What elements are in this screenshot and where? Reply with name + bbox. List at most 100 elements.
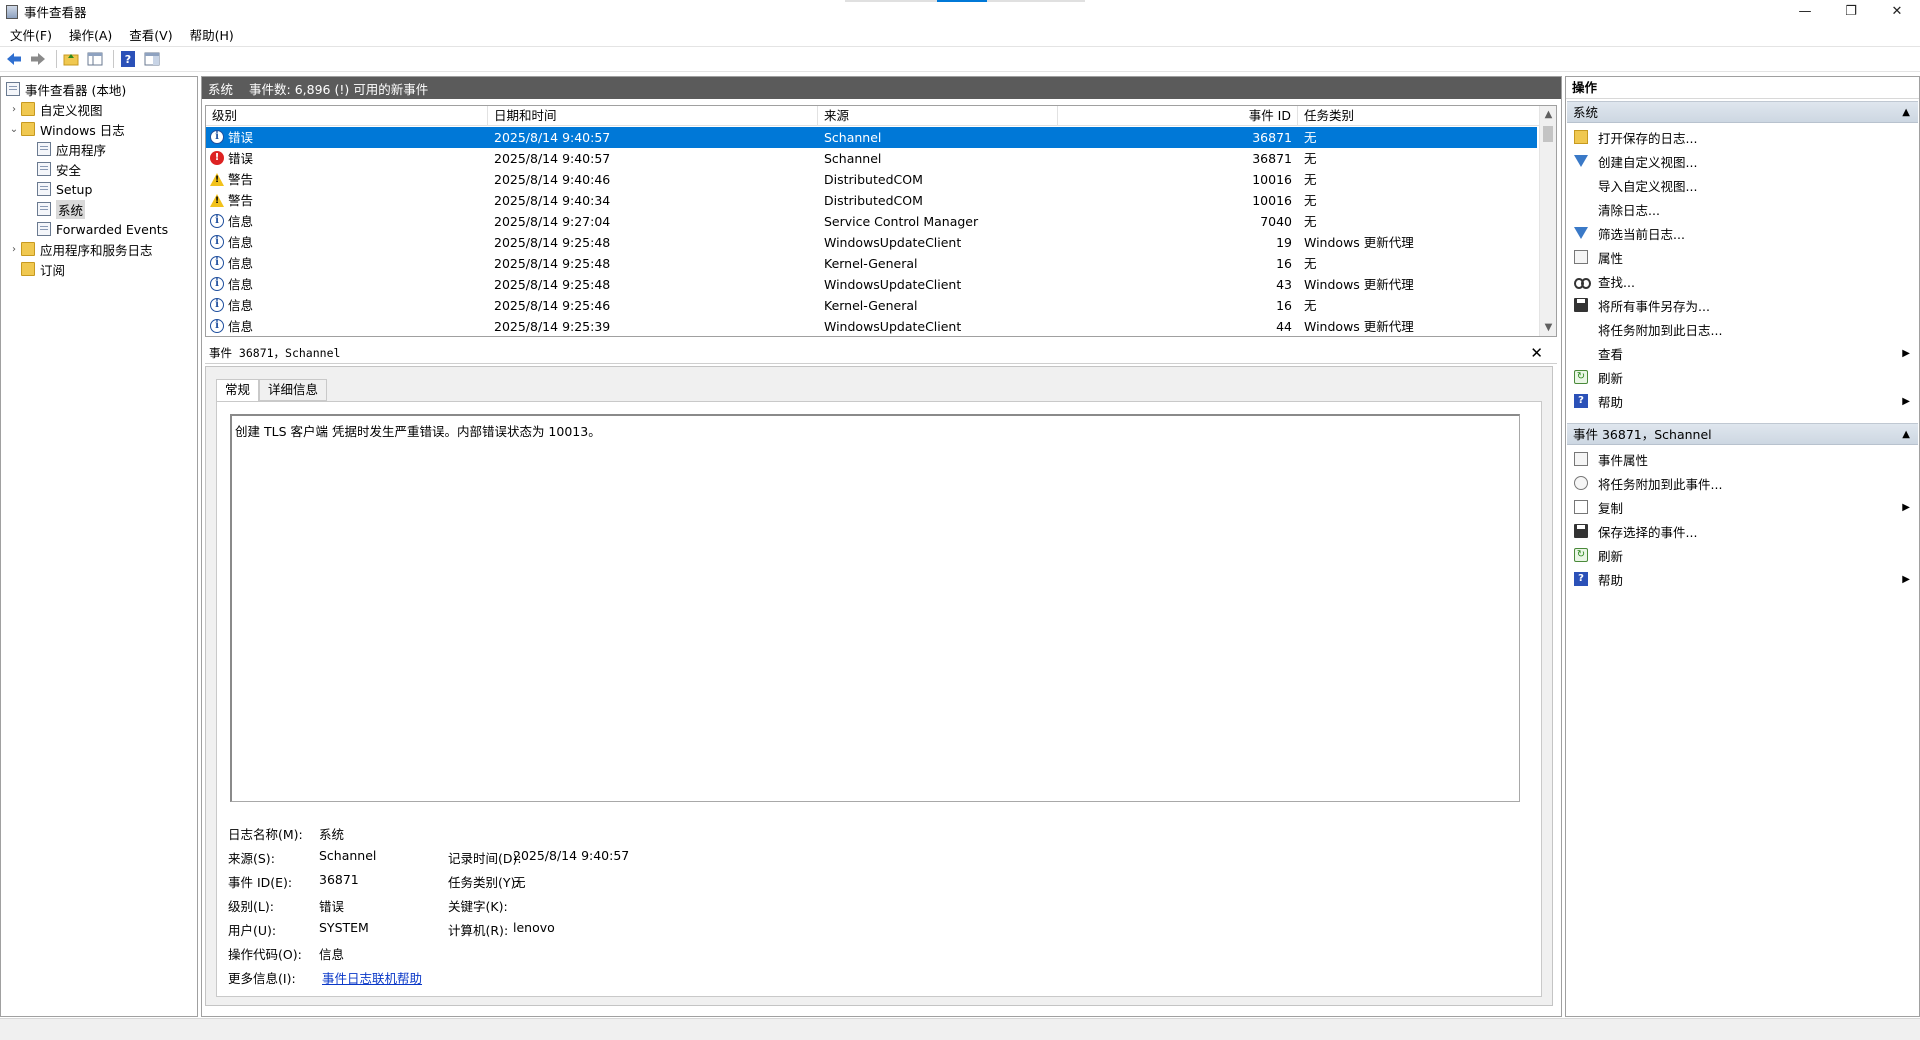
action-item[interactable]: 查找... bbox=[1567, 269, 1918, 293]
restore-button[interactable]: ❐ bbox=[1828, 0, 1874, 23]
task-icon bbox=[1574, 476, 1588, 490]
action-item[interactable]: 清除日志... bbox=[1567, 197, 1918, 221]
column-header-source[interactable]: 来源 bbox=[818, 106, 1058, 126]
column-header-level[interactable]: 级别 bbox=[206, 106, 488, 126]
cell-task-category: Windows 更新代理 bbox=[1304, 319, 1414, 334]
scroll-thumb[interactable] bbox=[1543, 126, 1553, 142]
computer-value[interactable]: lenovo bbox=[513, 920, 555, 935]
table-row[interactable]: i 信息 2025/8/14 9:25:48 WindowsUpdateClient 4… bbox=[206, 274, 1537, 295]
tree-item-custom-views[interactable]: › 自定义视图 bbox=[9, 100, 103, 118]
table-row[interactable]: i 信息 2025/8/14 9:25:46 Kernel-General 16 无 bbox=[206, 295, 1537, 316]
submenu-arrow-icon: ▶ bbox=[1902, 501, 1910, 513]
show-hide-tree-icon[interactable] bbox=[85, 50, 105, 68]
tree-item-system[interactable]: 系统 bbox=[35, 199, 86, 219]
action-item[interactable]: 导入自定义视图... bbox=[1567, 173, 1918, 197]
group-label: 事件 36871，Schannel bbox=[1573, 427, 1712, 442]
tree-item-windows-logs[interactable]: ⌄ Windows 日志 bbox=[9, 120, 125, 138]
scroll-down-icon[interactable]: ▼ bbox=[1540, 319, 1556, 336]
table-row[interactable]: ! 错误 2025/8/14 9:40:57 Schannel 36871 无 bbox=[206, 148, 1537, 169]
table-row[interactable]: i 信息 2025/8/14 9:25:39 WindowsUpdateClient 4… bbox=[206, 316, 1537, 336]
detail-close-icon[interactable]: ✕ bbox=[1530, 344, 1543, 362]
logged-value[interactable]: 2025/8/14 9:40:57 bbox=[513, 848, 629, 863]
action-item[interactable]: 打开保存的日志... bbox=[1567, 125, 1918, 149]
actions-group-system[interactable]: 系统 ▲ bbox=[1567, 101, 1918, 123]
table-row[interactable]: ! 警告 2025/8/14 9:40:34 DistributedCOM 10016 无 bbox=[206, 190, 1537, 211]
table-row[interactable]: i 错误 2025/8/14 9:40:57 Schannel 36871 无 bbox=[206, 127, 1537, 148]
chevron-down-icon[interactable]: ⌄ bbox=[9, 124, 19, 135]
action-item[interactable]: 创建自定义视图... bbox=[1567, 149, 1918, 173]
action-item[interactable]: 属性 bbox=[1567, 245, 1918, 269]
actions-group-event[interactable]: 事件 36871，Schannel ▲ bbox=[1567, 423, 1918, 445]
action-label: 将任务附加到此日志... bbox=[1598, 322, 1723, 338]
events-scrollbar[interactable]: ▲ ▼ bbox=[1539, 106, 1556, 336]
forward-arrow-icon[interactable] bbox=[28, 50, 48, 68]
action-item[interactable]: ↻ 刷新 bbox=[1567, 543, 1918, 567]
scroll-up-icon[interactable]: ▲ bbox=[1540, 106, 1556, 123]
exclamation-glyph: ! bbox=[215, 175, 220, 185]
tree-item-security[interactable]: 安全 bbox=[35, 160, 81, 178]
tree-item-subscriptions[interactable]: 订阅 bbox=[19, 260, 65, 278]
action-item[interactable]: 复制 ▶ bbox=[1567, 495, 1918, 519]
source-value[interactable]: Schannel bbox=[319, 848, 376, 863]
help-icon[interactable]: ? bbox=[118, 50, 138, 68]
column-header-datetime[interactable]: 日期和时间 bbox=[488, 106, 818, 126]
online-help-link[interactable]: 事件日志联机帮助 bbox=[322, 968, 422, 987]
menu-help[interactable]: 帮助(H) bbox=[180, 25, 241, 44]
table-row[interactable]: i 信息 2025/8/14 9:27:04 Service Control Mana… bbox=[206, 211, 1537, 232]
action-item[interactable]: ? 帮助 ▶ bbox=[1567, 389, 1918, 413]
close-window-button[interactable]: ✕ bbox=[1874, 0, 1920, 23]
table-row[interactable]: ! 警告 2025/8/14 9:40:46 DistributedCOM 10016 无 bbox=[206, 169, 1537, 190]
tree-item-app-service-logs[interactable]: › 应用程序和服务日志 bbox=[9, 240, 153, 258]
action-item[interactable]: 查看 ▶ bbox=[1567, 341, 1918, 365]
back-arrow-icon[interactable] bbox=[4, 50, 24, 68]
minimize-button[interactable]: — bbox=[1782, 0, 1828, 23]
action-item[interactable]: 筛选当前日志... bbox=[1567, 221, 1918, 245]
tab-details[interactable]: 详细信息 bbox=[259, 379, 328, 401]
user-value[interactable]: SYSTEM bbox=[319, 920, 369, 935]
menu-file[interactable]: 文件(F) bbox=[0, 25, 59, 44]
action-item[interactable]: 将任务附加到此事件... bbox=[1567, 471, 1918, 495]
chevron-right-icon[interactable]: › bbox=[9, 244, 19, 255]
cell-task-category: 无 bbox=[1304, 214, 1317, 229]
action-label: 清除日志... bbox=[1598, 202, 1660, 218]
cell-event-id: 16 bbox=[1276, 256, 1292, 271]
log-name-value[interactable]: 系统 bbox=[319, 824, 344, 843]
level-value[interactable]: 错误 bbox=[319, 896, 344, 915]
event-id-value[interactable]: 36871 bbox=[319, 872, 359, 887]
tree-item-root[interactable]: 事件查看器 (本地) bbox=[4, 80, 126, 98]
chevron-right-icon[interactable]: › bbox=[9, 104, 19, 115]
action-item[interactable]: ↻ 刷新 bbox=[1567, 365, 1918, 389]
action-item[interactable]: 将任务附加到此日志... bbox=[1567, 317, 1918, 341]
task-category-label: 任务类别(Y): bbox=[448, 875, 520, 890]
tree-item-setup[interactable]: Setup bbox=[35, 180, 92, 198]
action-item[interactable]: 事件属性 bbox=[1567, 447, 1918, 471]
action-item[interactable]: 将所有事件另存为... bbox=[1567, 293, 1918, 317]
collapse-icon[interactable]: ▲ bbox=[1902, 424, 1910, 446]
event-description[interactable]: 创建 TLS 客户端 凭据时发生严重错误。内部错误状态为 10013。 bbox=[230, 414, 1520, 802]
tree-item-application[interactable]: 应用程序 bbox=[35, 140, 106, 158]
events-table: 级别 日期和时间 来源 事件 ID 任务类别 i 错误 2025/8/14 9:40… bbox=[205, 105, 1557, 337]
column-header-event-id[interactable]: 事件 ID bbox=[1058, 106, 1298, 126]
menu-action[interactable]: 操作(A) bbox=[59, 25, 119, 44]
tree-item-forwarded-events[interactable]: Forwarded Events bbox=[35, 220, 168, 238]
submenu-arrow-icon: ▶ bbox=[1902, 573, 1910, 585]
help-icon: ? bbox=[1574, 394, 1588, 408]
cell-level: 信息 bbox=[228, 256, 254, 271]
log-icon bbox=[37, 202, 51, 216]
table-row[interactable]: i 信息 2025/8/14 9:25:48 Kernel-General 16 无 bbox=[206, 253, 1537, 274]
column-header-task-category[interactable]: 任务类别 bbox=[1298, 106, 1540, 126]
opcode-value[interactable]: 信息 bbox=[319, 944, 344, 963]
action-item[interactable]: ? 帮助 ▶ bbox=[1567, 567, 1918, 591]
task-category-value[interactable]: 无 bbox=[513, 872, 526, 891]
show-hide-action-pane-icon[interactable] bbox=[142, 50, 162, 68]
table-row[interactable]: i 信息 2025/8/14 9:25:48 WindowsUpdateClient 1… bbox=[206, 232, 1537, 253]
action-item[interactable]: 保存选择的事件... bbox=[1567, 519, 1918, 543]
open-log-icon bbox=[1574, 130, 1588, 144]
menu-view[interactable]: 查看(V) bbox=[119, 25, 179, 44]
submenu-arrow-icon: ▶ bbox=[1902, 347, 1910, 359]
up-folder-icon[interactable] bbox=[61, 50, 81, 68]
collapse-icon[interactable]: ▲ bbox=[1902, 102, 1910, 124]
tab-general[interactable]: 常规 bbox=[216, 379, 260, 402]
filter-icon bbox=[1574, 155, 1588, 167]
log-icon bbox=[37, 142, 51, 156]
